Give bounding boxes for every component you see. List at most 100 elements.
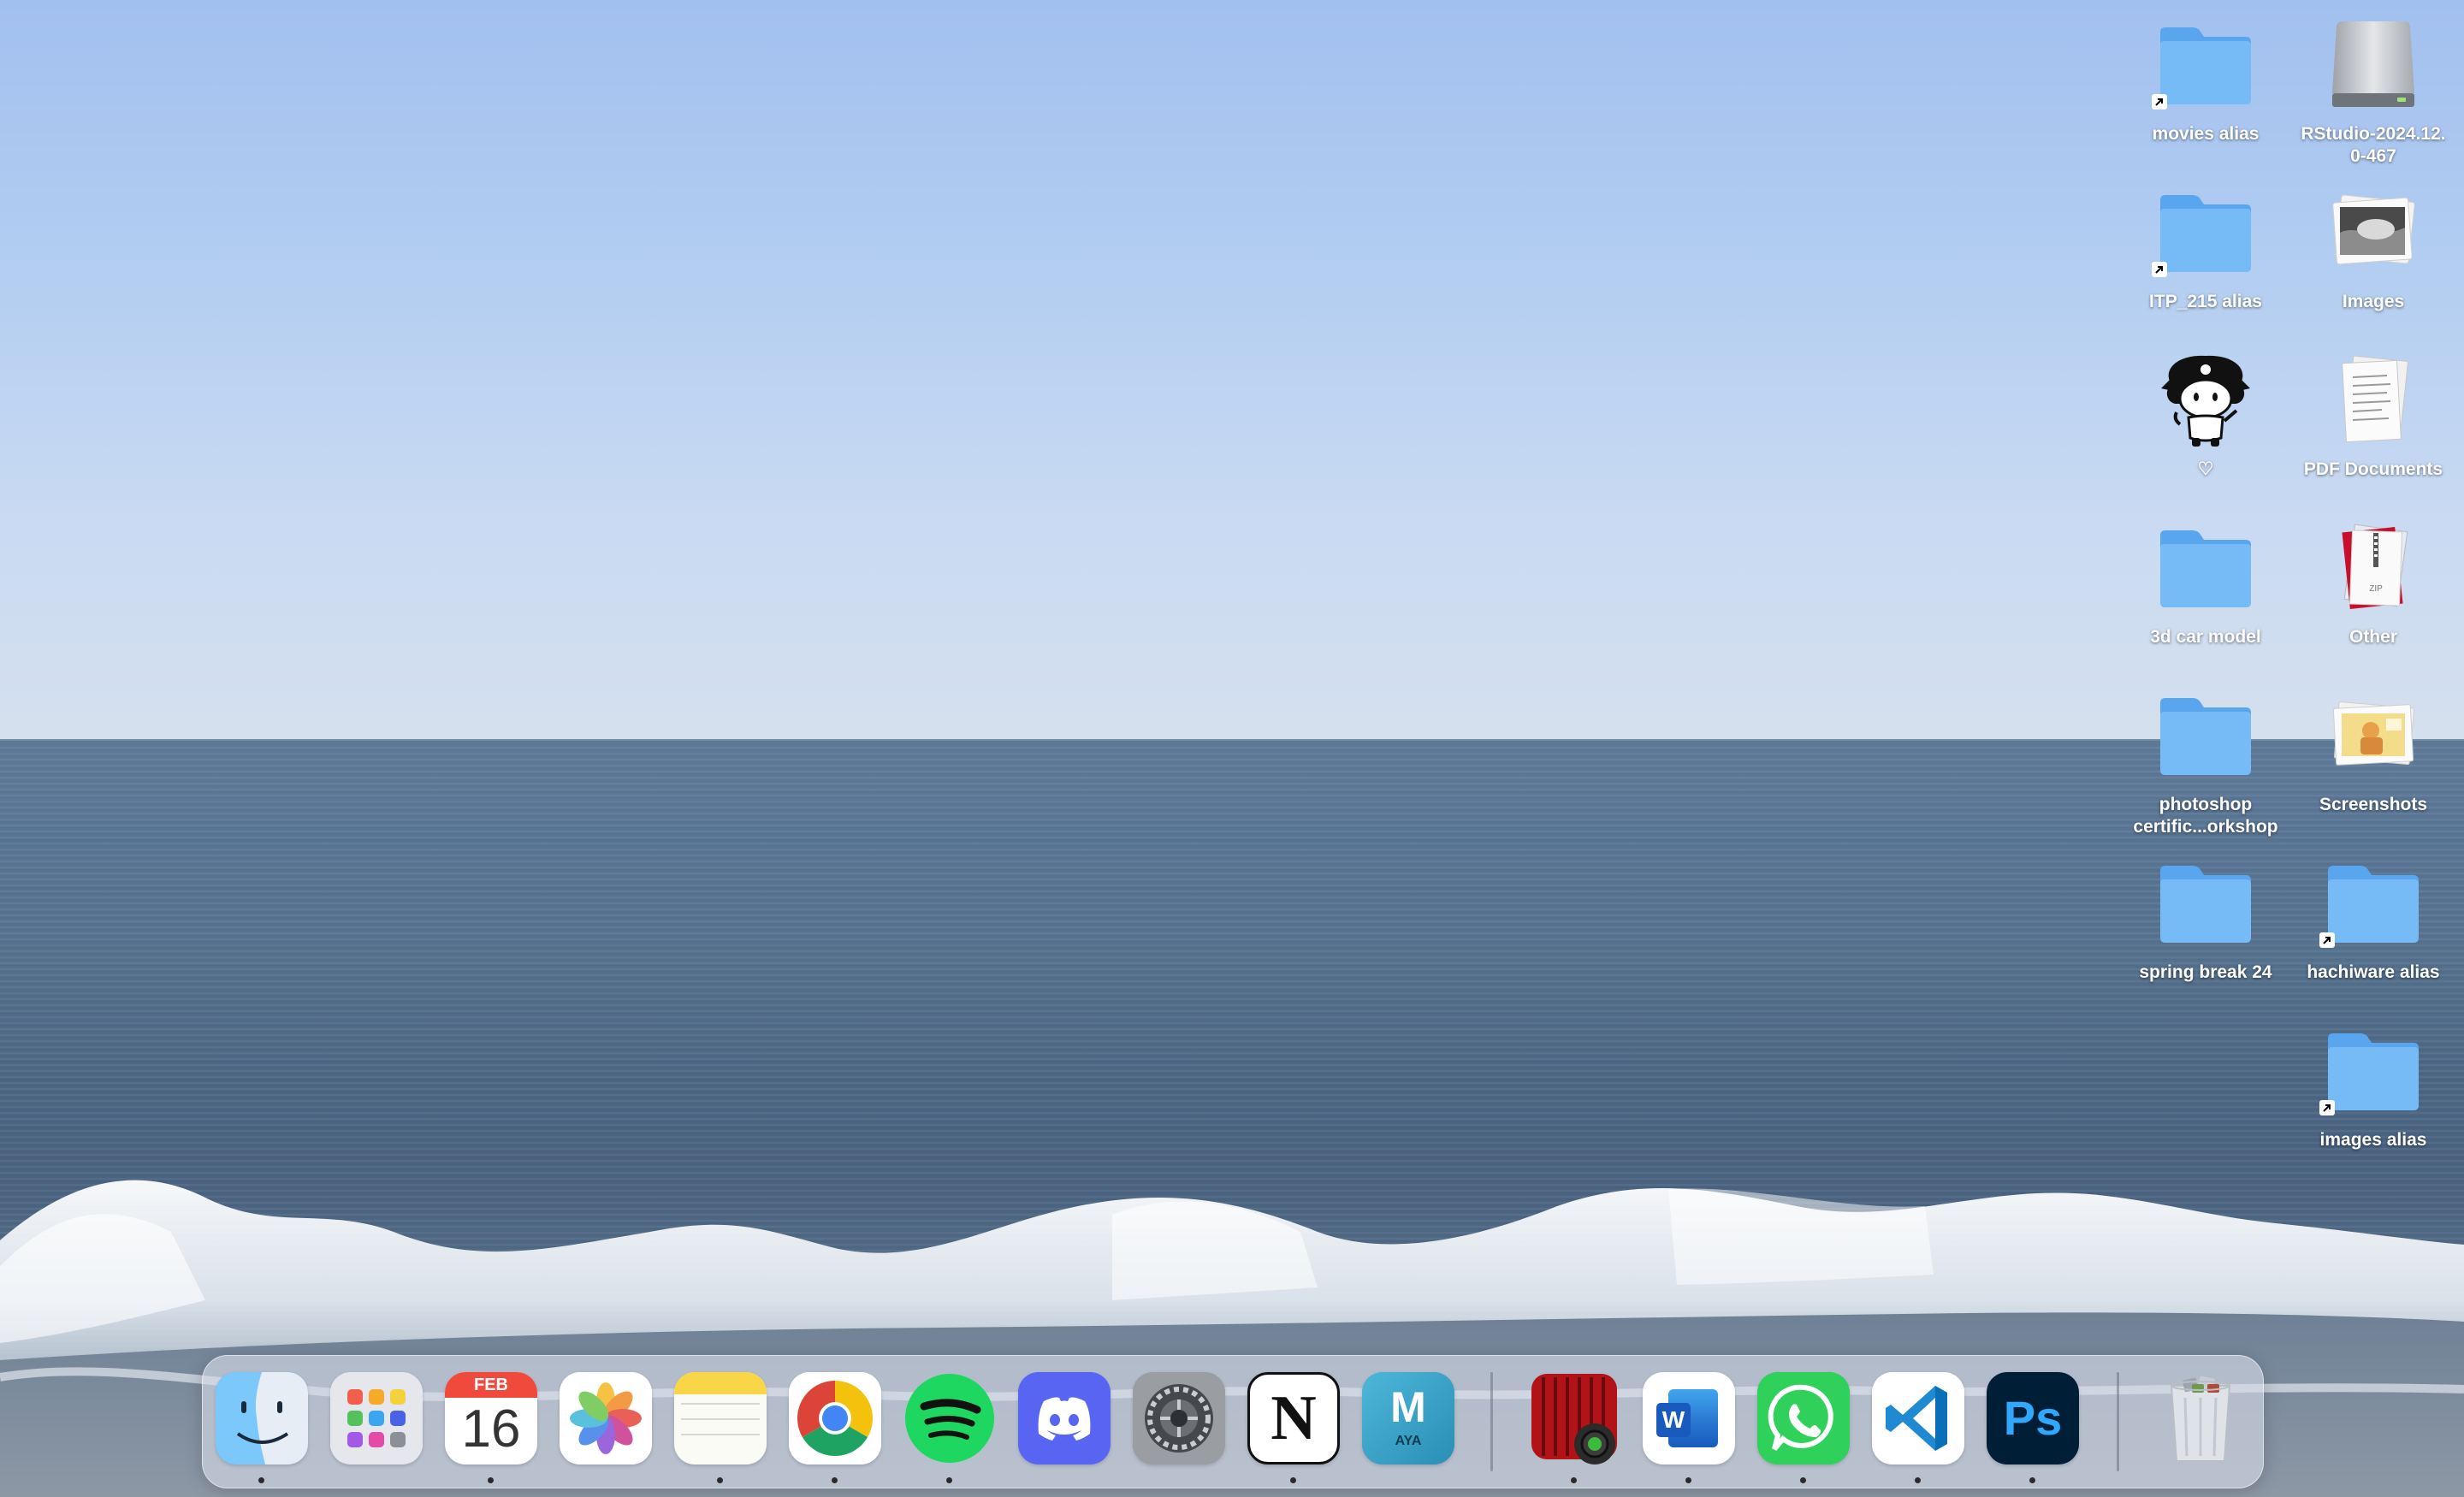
desktop-icon-pdf-documents[interactable]: PDF Documents — [2289, 349, 2457, 481]
running-indicator-notes — [717, 1477, 723, 1483]
running-indicator-calendar — [488, 1477, 494, 1483]
launchpad-icon — [330, 1372, 423, 1464]
folder-icon — [2150, 852, 2261, 955]
dock-app-vscode[interactable] — [1872, 1372, 1964, 1464]
desktop-icon-label: images alias — [2319, 1130, 2427, 1150]
desktop-icon-images-stack[interactable]: Images — [2289, 181, 2457, 313]
desktop-icon-movies-alias[interactable]: movies alias — [2122, 14, 2289, 145]
notes-icon — [674, 1372, 767, 1464]
photo-stack-icon — [2318, 181, 2429, 284]
maya-icon: M AYA — [1362, 1372, 1454, 1464]
dock-app-notes[interactable] — [674, 1372, 767, 1464]
notion-icon: N — [1247, 1372, 1340, 1464]
dock-app-maya[interactable]: M AYA — [1362, 1372, 1454, 1464]
calendar-icon: FEB 16 — [445, 1372, 537, 1464]
dock-app-notion[interactable]: N — [1247, 1372, 1340, 1464]
desktop-icon-itp215-alias[interactable]: ITP_215 alias — [2122, 181, 2289, 313]
word-icon: W — [1643, 1372, 1735, 1464]
alias-arrow-icon — [2319, 932, 2335, 948]
discord-icon — [1018, 1372, 1111, 1464]
wallpaper-horizon — [0, 739, 2464, 743]
running-indicator-photo-booth — [1571, 1477, 1577, 1483]
desktop-icon-label: photoshop certific...orkshop — [2133, 795, 2278, 837]
desktop-icon-3d-car-model[interactable]: 3d car model — [2122, 517, 2289, 648]
maya-sub: AYA — [1395, 1434, 1422, 1448]
dock-app-launchpad[interactable] — [330, 1372, 423, 1464]
desktop-icon-label: Screenshots — [2319, 795, 2428, 814]
dock-app-photoshop[interactable]: Ps — [1987, 1372, 2079, 1464]
folder-icon — [2318, 852, 2429, 955]
running-indicator-vscode — [1915, 1477, 1921, 1483]
photoshop-icon: Ps — [1987, 1372, 2079, 1464]
folder-icon — [2150, 517, 2261, 619]
desktop-icon-heart-sticker[interactable]: ♡ — [2122, 349, 2289, 481]
desktop-icon-other[interactable]: ZIP Other — [2289, 517, 2457, 648]
notion-letter: N — [1270, 1383, 1317, 1453]
desktop-icon-photoshop-certificate[interactable]: photoshop certific...orkshop — [2122, 684, 2289, 838]
dock-app-finder[interactable] — [216, 1372, 308, 1464]
running-indicator-notion — [1290, 1477, 1296, 1483]
desktop-icon-label: spring break 24 — [2139, 962, 2272, 982]
alias-arrow-icon — [2319, 1100, 2335, 1115]
svg-text:ZIP: ZIP — [2369, 584, 2383, 594]
kuromi-sticker-icon — [2150, 349, 2261, 452]
dock-app-discord[interactable] — [1018, 1372, 1111, 1464]
zip-stack-icon: ZIP — [2318, 517, 2429, 619]
folder-icon — [2150, 684, 2261, 787]
running-indicator-word — [1685, 1477, 1691, 1483]
desktop-icon-label: PDF Documents — [2303, 459, 2443, 479]
dock-app-photo-booth[interactable] — [1528, 1372, 1620, 1464]
desktop-icon-label: ♡ — [2197, 459, 2214, 479]
calendar-month: FEB — [445, 1372, 537, 1398]
spotify-icon — [903, 1372, 996, 1464]
photos-icon — [560, 1372, 652, 1464]
dock-app-whatsapp[interactable] — [1757, 1372, 1850, 1464]
desktop-icon-label: 3d car model — [2150, 627, 2261, 647]
dock-divider — [1490, 1372, 1493, 1471]
finder-icon — [216, 1372, 308, 1464]
running-indicator-photoshop — [2029, 1477, 2035, 1483]
alias-arrow-icon — [2152, 94, 2167, 109]
maya-letter: M — [1390, 1383, 1426, 1431]
desktop-icon-rstudio-disk[interactable]: RStudio-2024.12. 0-467 — [2289, 14, 2457, 168]
alias-arrow-icon — [2152, 262, 2167, 277]
desktop-icon-label: ITP_215 alias — [2149, 292, 2262, 311]
running-indicator-whatsapp — [1800, 1477, 1806, 1483]
calendar-day: 16 — [461, 1399, 521, 1459]
settings-icon — [1133, 1372, 1225, 1464]
photoshop-letters: Ps — [2003, 1391, 2063, 1445]
dock-app-photos[interactable] — [560, 1372, 652, 1464]
dock-app-chrome[interactable] — [789, 1372, 881, 1464]
dock-app-system-settings[interactable] — [1133, 1372, 1225, 1464]
desktop-icon-label: movies alias — [2152, 124, 2260, 144]
dock-divider — [2117, 1372, 2119, 1471]
desktop-icon-label: RStudio-2024.12. 0-467 — [2301, 124, 2446, 166]
desktop-icon-screenshots[interactable]: Screenshots — [2289, 684, 2457, 816]
document-stack-icon — [2318, 349, 2429, 452]
folder-icon — [2318, 1020, 2429, 1122]
whatsapp-icon — [1757, 1372, 1850, 1464]
wallpaper-sky — [0, 0, 2464, 741]
desktop-icon-images-alias[interactable]: images alias — [2289, 1020, 2457, 1151]
desktop-icon-spring-break-24[interactable]: spring break 24 — [2122, 852, 2289, 984]
desktop-icon-hachiware-alias[interactable]: hachiware alias — [2289, 852, 2457, 984]
vscode-icon — [1872, 1372, 1964, 1464]
folder-icon — [2150, 181, 2261, 284]
running-indicator-finder — [258, 1477, 264, 1483]
dock-app-trash[interactable] — [2154, 1372, 2247, 1464]
word-letter: W — [1656, 1403, 1691, 1437]
running-indicator-chrome — [832, 1477, 838, 1483]
folder-icon — [2150, 14, 2261, 116]
screenshot-stack-icon — [2318, 684, 2429, 787]
desktop-icon-label: Images — [2342, 292, 2405, 311]
chrome-icon — [789, 1372, 881, 1464]
dock-app-word[interactable]: W — [1643, 1372, 1735, 1464]
desktop-icon-label: hachiware alias — [2307, 962, 2440, 982]
dock-app-spotify[interactable] — [903, 1372, 996, 1464]
desktop-icon-label: Other — [2348, 627, 2397, 647]
disk-image-icon — [2318, 14, 2429, 116]
photo-booth-icon — [1528, 1372, 1620, 1464]
trash-icon — [2154, 1372, 2247, 1464]
dock-app-calendar[interactable]: FEB 16 — [445, 1372, 537, 1464]
running-indicator-spotify — [946, 1477, 952, 1483]
